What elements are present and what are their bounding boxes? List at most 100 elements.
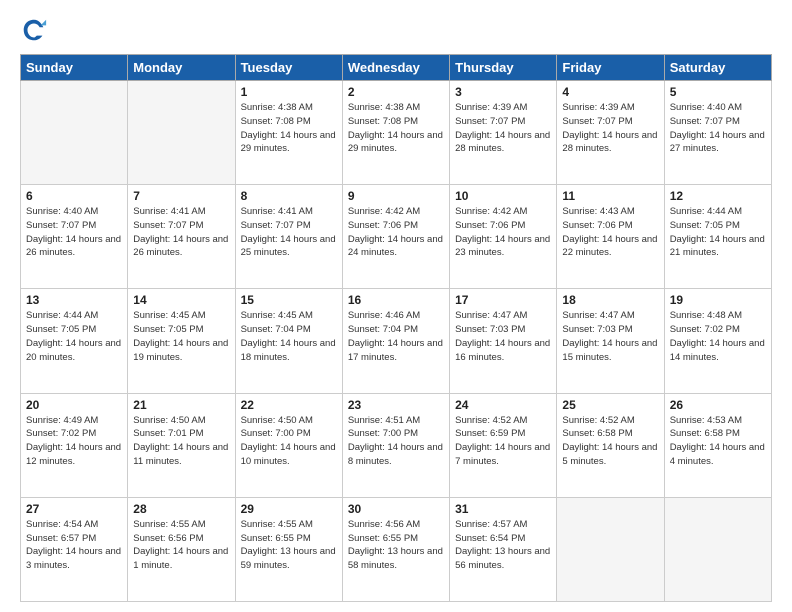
day-cell: 2 Sunrise: 4:38 AM Sunset: 7:08 PM Daylig… [342, 81, 449, 185]
day-info: Sunrise: 4:41 AM Sunset: 7:07 PM Dayligh… [241, 205, 337, 260]
day-info: Sunrise: 4:47 AM Sunset: 7:03 PM Dayligh… [455, 309, 551, 364]
day-number: 26 [670, 398, 766, 412]
day-info: Sunrise: 4:53 AM Sunset: 6:58 PM Dayligh… [670, 414, 766, 469]
day-info: Sunrise: 4:40 AM Sunset: 7:07 PM Dayligh… [26, 205, 122, 260]
day-number: 14 [133, 293, 229, 307]
day-number: 16 [348, 293, 444, 307]
day-cell: 20Sunrise: 4:49 AM Sunset: 7:02 PM Dayli… [21, 393, 128, 497]
day-info: Sunrise: 4:50 AM Sunset: 7:01 PM Dayligh… [133, 414, 229, 469]
day-number: 18 [562, 293, 658, 307]
day-number: 17 [455, 293, 551, 307]
day-info: Sunrise: 4:44 AM Sunset: 7:05 PM Dayligh… [26, 309, 122, 364]
day-cell: 13Sunrise: 4:44 AM Sunset: 7:05 PM Dayli… [21, 289, 128, 393]
header [20, 16, 772, 44]
day-cell [664, 497, 771, 601]
day-cell: 19 Sunrise: 4:48 AM Sunset: 7:02 PM Dayli… [664, 289, 771, 393]
day-number: 28 [133, 502, 229, 516]
day-cell: 16 Sunrise: 4:46 AM Sunset: 7:04 PM Dayli… [342, 289, 449, 393]
day-info: Sunrise: 4:44 AM Sunset: 7:05 PM Dayligh… [670, 205, 766, 260]
day-cell: 6 Sunrise: 4:40 AM Sunset: 7:07 PM Daylig… [21, 185, 128, 289]
day-cell: 18 Sunrise: 4:47 AM Sunset: 7:03 PM Dayli… [557, 289, 664, 393]
day-number: 23 [348, 398, 444, 412]
day-cell: 5 Sunrise: 4:40 AM Sunset: 7:07 PM Daylig… [664, 81, 771, 185]
day-info: Sunrise: 4:43 AM Sunset: 7:06 PM Dayligh… [562, 205, 658, 260]
day-number: 31 [455, 502, 551, 516]
day-info: Sunrise: 4:50 AM Sunset: 7:00 PM Dayligh… [241, 414, 337, 469]
day-info: Sunrise: 4:39 AM Sunset: 7:07 PM Dayligh… [455, 101, 551, 156]
calendar-table: SundayMondayTuesdayWednesdayThursdayFrid… [20, 54, 772, 602]
day-number: 10 [455, 189, 551, 203]
weekday-saturday: Saturday [664, 55, 771, 81]
day-cell: 22 Sunrise: 4:50 AM Sunset: 7:00 PM Dayli… [235, 393, 342, 497]
day-number: 29 [241, 502, 337, 516]
day-number: 19 [670, 293, 766, 307]
day-cell: 10 Sunrise: 4:42 AM Sunset: 7:06 PM Dayli… [450, 185, 557, 289]
day-number: 21 [133, 398, 229, 412]
day-info: Sunrise: 4:54 AM Sunset: 6:57 PM Dayligh… [26, 518, 122, 573]
day-number: 15 [241, 293, 337, 307]
day-cell: 4Sunrise: 4:39 AM Sunset: 7:07 PM Daylig… [557, 81, 664, 185]
day-number: 1 [241, 85, 337, 99]
week-row-4: 20Sunrise: 4:49 AM Sunset: 7:02 PM Dayli… [21, 393, 772, 497]
day-number: 11 [562, 189, 658, 203]
day-info: Sunrise: 4:56 AM Sunset: 6:55 PM Dayligh… [348, 518, 444, 573]
day-cell: 25 Sunrise: 4:52 AM Sunset: 6:58 PM Dayli… [557, 393, 664, 497]
day-number: 2 [348, 85, 444, 99]
day-cell: 1 Sunrise: 4:38 AM Sunset: 7:08 PM Daylig… [235, 81, 342, 185]
day-info: Sunrise: 4:48 AM Sunset: 7:02 PM Dayligh… [670, 309, 766, 364]
day-info: Sunrise: 4:42 AM Sunset: 7:06 PM Dayligh… [455, 205, 551, 260]
day-cell: 23 Sunrise: 4:51 AM Sunset: 7:00 PM Dayli… [342, 393, 449, 497]
day-cell: 15Sunrise: 4:45 AM Sunset: 7:04 PM Dayli… [235, 289, 342, 393]
day-cell: 11 Sunrise: 4:43 AM Sunset: 7:06 PM Dayli… [557, 185, 664, 289]
day-info: Sunrise: 4:38 AM Sunset: 7:08 PM Dayligh… [241, 101, 337, 156]
day-number: 9 [348, 189, 444, 203]
day-info: Sunrise: 4:55 AM Sunset: 6:56 PM Dayligh… [133, 518, 229, 573]
day-number: 25 [562, 398, 658, 412]
day-number: 5 [670, 85, 766, 99]
day-info: Sunrise: 4:42 AM Sunset: 7:06 PM Dayligh… [348, 205, 444, 260]
day-cell: 27Sunrise: 4:54 AM Sunset: 6:57 PM Dayli… [21, 497, 128, 601]
day-cell: 21 Sunrise: 4:50 AM Sunset: 7:01 PM Dayli… [128, 393, 235, 497]
day-info: Sunrise: 4:38 AM Sunset: 7:08 PM Dayligh… [348, 101, 444, 156]
day-info: Sunrise: 4:39 AM Sunset: 7:07 PM Dayligh… [562, 101, 658, 156]
day-number: 6 [26, 189, 122, 203]
weekday-monday: Monday [128, 55, 235, 81]
day-cell: 28 Sunrise: 4:55 AM Sunset: 6:56 PM Dayli… [128, 497, 235, 601]
weekday-thursday: Thursday [450, 55, 557, 81]
week-row-3: 13Sunrise: 4:44 AM Sunset: 7:05 PM Dayli… [21, 289, 772, 393]
weekday-wednesday: Wednesday [342, 55, 449, 81]
day-number: 8 [241, 189, 337, 203]
day-cell: 29Sunrise: 4:55 AM Sunset: 6:55 PM Dayli… [235, 497, 342, 601]
day-info: Sunrise: 4:49 AM Sunset: 7:02 PM Dayligh… [26, 414, 122, 469]
week-row-1: 1 Sunrise: 4:38 AM Sunset: 7:08 PM Daylig… [21, 81, 772, 185]
day-number: 12 [670, 189, 766, 203]
day-cell: 31Sunrise: 4:57 AM Sunset: 6:54 PM Dayli… [450, 497, 557, 601]
weekday-header-row: SundayMondayTuesdayWednesdayThursdayFrid… [21, 55, 772, 81]
day-info: Sunrise: 4:46 AM Sunset: 7:04 PM Dayligh… [348, 309, 444, 364]
day-cell: 17 Sunrise: 4:47 AM Sunset: 7:03 PM Dayli… [450, 289, 557, 393]
day-info: Sunrise: 4:52 AM Sunset: 6:59 PM Dayligh… [455, 414, 551, 469]
day-cell: 14 Sunrise: 4:45 AM Sunset: 7:05 PM Dayli… [128, 289, 235, 393]
day-cell: 12 Sunrise: 4:44 AM Sunset: 7:05 PM Dayli… [664, 185, 771, 289]
day-info: Sunrise: 4:52 AM Sunset: 6:58 PM Dayligh… [562, 414, 658, 469]
day-info: Sunrise: 4:45 AM Sunset: 7:05 PM Dayligh… [133, 309, 229, 364]
day-cell: 8 Sunrise: 4:41 AM Sunset: 7:07 PM Daylig… [235, 185, 342, 289]
day-number: 24 [455, 398, 551, 412]
day-cell [557, 497, 664, 601]
day-info: Sunrise: 4:40 AM Sunset: 7:07 PM Dayligh… [670, 101, 766, 156]
day-number: 22 [241, 398, 337, 412]
day-cell: 9 Sunrise: 4:42 AM Sunset: 7:06 PM Daylig… [342, 185, 449, 289]
day-cell: 26 Sunrise: 4:53 AM Sunset: 6:58 PM Dayli… [664, 393, 771, 497]
weekday-sunday: Sunday [21, 55, 128, 81]
day-cell: 30 Sunrise: 4:56 AM Sunset: 6:55 PM Dayli… [342, 497, 449, 601]
day-cell [128, 81, 235, 185]
day-cell: 24 Sunrise: 4:52 AM Sunset: 6:59 PM Dayli… [450, 393, 557, 497]
day-info: Sunrise: 4:47 AM Sunset: 7:03 PM Dayligh… [562, 309, 658, 364]
day-cell: 3Sunrise: 4:39 AM Sunset: 7:07 PM Daylig… [450, 81, 557, 185]
weekday-friday: Friday [557, 55, 664, 81]
logo-icon [20, 16, 48, 44]
day-number: 7 [133, 189, 229, 203]
day-info: Sunrise: 4:51 AM Sunset: 7:00 PM Dayligh… [348, 414, 444, 469]
weekday-tuesday: Tuesday [235, 55, 342, 81]
day-number: 30 [348, 502, 444, 516]
